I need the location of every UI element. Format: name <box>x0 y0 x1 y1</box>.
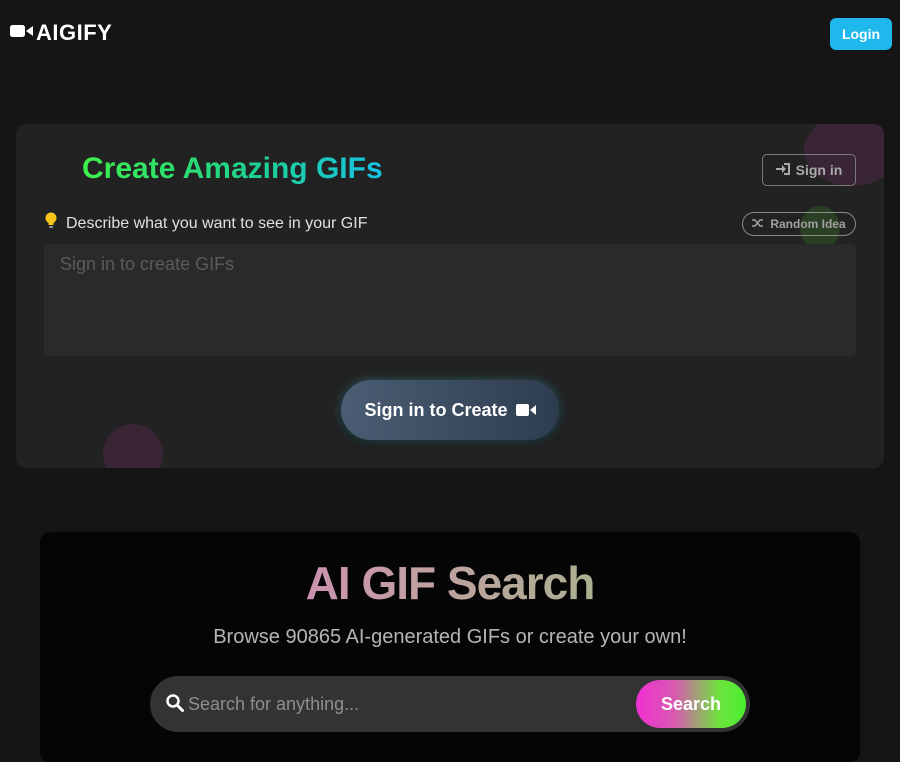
sign-in-label: Sign in <box>795 162 843 178</box>
brand-name: AIGIFY <box>36 20 113 45</box>
decorative-circle <box>103 424 163 468</box>
search-icon <box>166 694 184 717</box>
video-camera-icon <box>10 24 34 43</box>
search-subtitle: Browse 90865 AI-generated GIFs or create… <box>213 626 687 648</box>
search-input[interactable] <box>188 684 628 724</box>
shuffle-icon <box>752 217 764 231</box>
prompt-input[interactable] <box>44 244 856 356</box>
random-idea-label: Random Idea <box>770 217 846 231</box>
prompt-label-text: Describe what you want to see in your GI… <box>66 214 368 232</box>
sign-in-icon <box>775 162 790 178</box>
sign-in-to-create-button[interactable]: Sign in to Create <box>341 380 559 440</box>
gif-search-panel: AI GIF Search Browse 90865 AI-generated … <box>40 532 860 762</box>
create-button-label: Sign in to Create <box>364 399 508 420</box>
video-camera-icon <box>515 400 536 421</box>
prompt-label: Describe what you want to see in your GI… <box>44 212 367 235</box>
top-bar: AIGIFY Login <box>0 0 900 68</box>
create-gif-panel: Create Amazing GIFs Sign in Describe wha… <box>16 124 884 468</box>
lightbulb-icon <box>44 212 58 235</box>
brand-logo[interactable]: AIGIFY <box>10 20 112 46</box>
sign-in-button[interactable]: Sign in <box>762 154 856 186</box>
random-idea-button[interactable]: Random Idea <box>742 212 856 236</box>
create-title: Create Amazing GIFs <box>82 152 383 185</box>
login-button[interactable]: Login <box>830 18 892 50</box>
search-button[interactable]: Search <box>636 680 746 728</box>
search-title: AI GIF Search <box>40 556 860 610</box>
search-bar: Search <box>150 676 750 732</box>
